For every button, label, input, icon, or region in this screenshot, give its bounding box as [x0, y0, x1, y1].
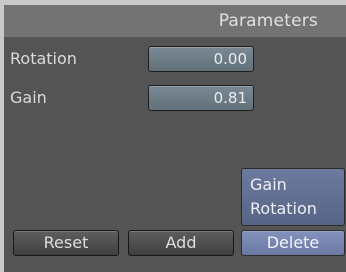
list-item-rotation[interactable]: Rotation [250, 197, 344, 221]
gain-value-field[interactable]: 0.81 [148, 85, 254, 111]
gain-label: Gain [10, 88, 47, 107]
panel-title: Parameters [218, 11, 318, 31]
parameter-list[interactable]: Gain Rotation [241, 168, 345, 226]
add-button[interactable]: Add [128, 230, 234, 256]
panel-header: Parameters [4, 5, 346, 37]
reset-button[interactable]: Reset [13, 230, 119, 256]
parameters-panel: Parameters Rotation 0.00 Gain 0.81 Gain … [4, 5, 346, 272]
rotation-label: Rotation [10, 49, 77, 68]
rotation-value-field[interactable]: 0.00 [148, 46, 254, 72]
list-item-gain[interactable]: Gain [250, 173, 344, 197]
delete-button[interactable]: Delete [241, 230, 345, 256]
